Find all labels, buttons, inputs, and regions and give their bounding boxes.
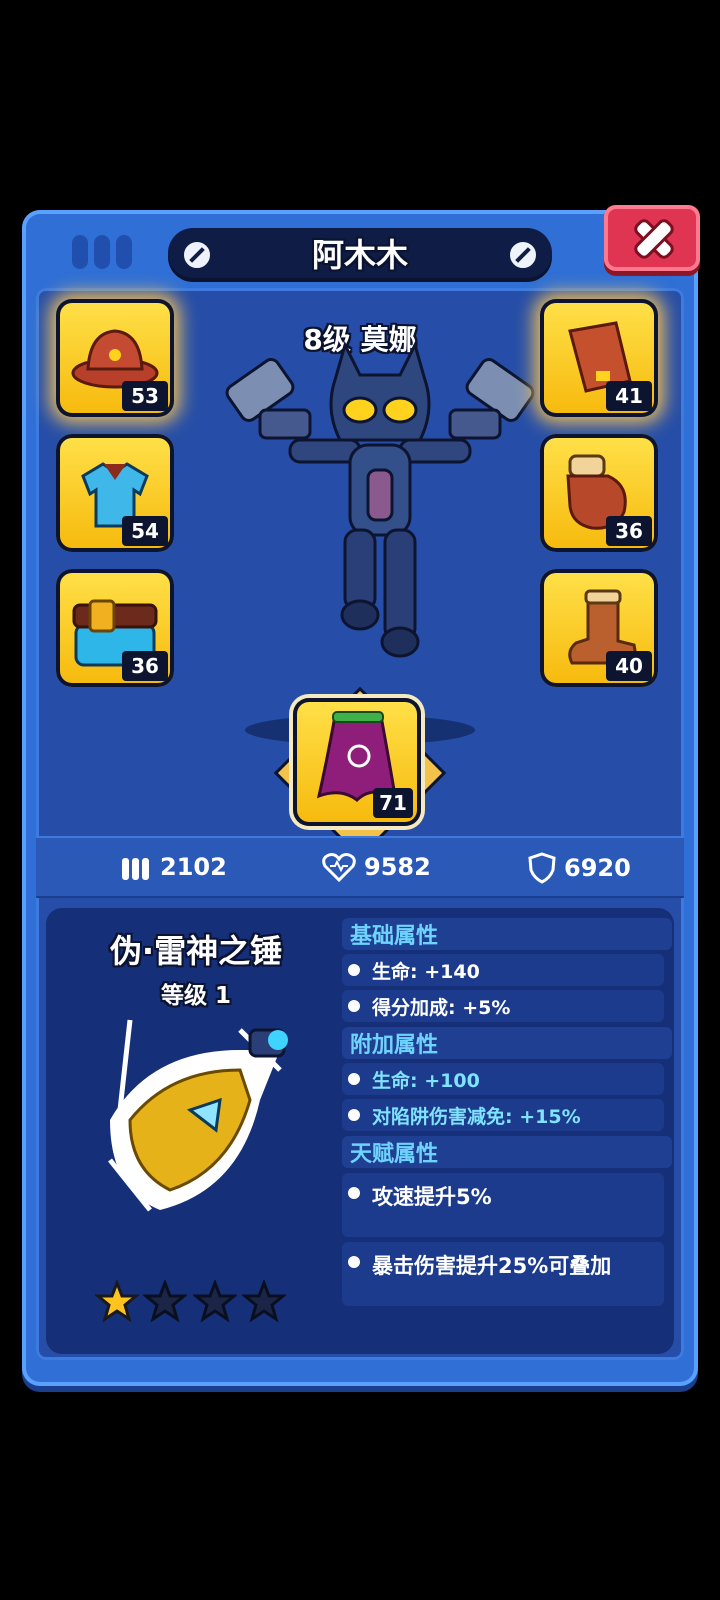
attribute-text: 生命: +100 [372,1069,480,1092]
star-icon-empty [143,1280,187,1323]
bullet-icon [348,1109,360,1121]
equipment-slot-belt[interactable]: 36 [56,569,174,687]
equipment-level: 36 [606,516,652,546]
screw-icon [508,240,538,270]
star-icon-empty [242,1280,286,1323]
base-attribute-row: 得分加成: +5% [342,990,664,1022]
equipment-slot-cape[interactable]: 71 [277,690,443,856]
star-icon-filled [95,1280,139,1323]
item-level: 等级 1 [160,983,231,1009]
bullet-icon [348,1073,360,1085]
attribute-text: 生命: +140 [372,960,480,983]
screw-icon [182,240,212,270]
equipment-level: 71 [373,788,413,818]
health-value: 9582 [364,853,431,881]
heart-icon [322,853,356,882]
bullet-icon [348,1000,360,1012]
equipment-slot-armguard[interactable]: 41 [540,299,658,417]
talent-attribute-row: 暴击伤害提升25%可叠加 [342,1242,664,1306]
grip-bar [94,235,110,269]
defense-stat: 6920 [528,852,631,884]
grip-bar [116,235,132,269]
health-stat: 9582 [322,852,431,882]
talent-attributes-header: 天赋属性 [342,1136,672,1168]
equipment-slot-glove[interactable]: 36 [540,434,658,552]
page-title: 阿木木 [311,236,408,274]
equipment-level: 40 [606,651,652,681]
title-bar: 阿木木 [168,228,552,278]
shield-icon [528,852,556,884]
hero-character[interactable] [220,330,540,670]
equipment-slot-shirt[interactable]: 54 [56,434,174,552]
star-icon-empty [193,1280,237,1323]
ammo-icon [122,858,149,880]
equipment-slot-boot[interactable]: 40 [540,569,658,687]
equipment-level: 53 [122,381,168,411]
bullet-icon [348,964,360,976]
defense-value: 6920 [564,854,631,882]
ammo-value: 2102 [160,853,227,881]
attribute-text: 攻速提升5% [372,1185,492,1209]
equipment-level: 54 [122,516,168,546]
extra-attribute-row: 对陷阱伤害减免: +15% [342,1099,664,1131]
bullet-icon [348,1256,360,1268]
base-attribute-row: 生命: +140 [342,954,664,986]
close-button[interactable] [604,205,700,271]
equipment-slot-hat[interactable]: 53 [56,299,174,417]
extra-attribute-row: 生命: +100 [342,1063,664,1095]
attribute-text: 对陷阱伤害减免: +15% [372,1105,581,1128]
attribute-text: 得分加成: +5% [372,996,511,1019]
hammer-icon [108,1019,288,1212]
base-attributes-header: 基础属性 [342,918,672,950]
talent-attribute-row: 攻速提升5% [342,1173,664,1237]
ammo-stat: 2102 [120,852,227,882]
cape-slot: 71 [293,698,421,826]
grip-bar [72,235,88,269]
item-name: 伪·雷神之锤 [109,932,283,970]
equipment-level: 41 [606,381,652,411]
attribute-text: 暴击伤害提升25%可叠加 [372,1254,612,1278]
extra-attributes-header: 附加属性 [342,1027,672,1059]
bullet-icon [348,1187,360,1199]
equipment-level: 36 [122,651,168,681]
